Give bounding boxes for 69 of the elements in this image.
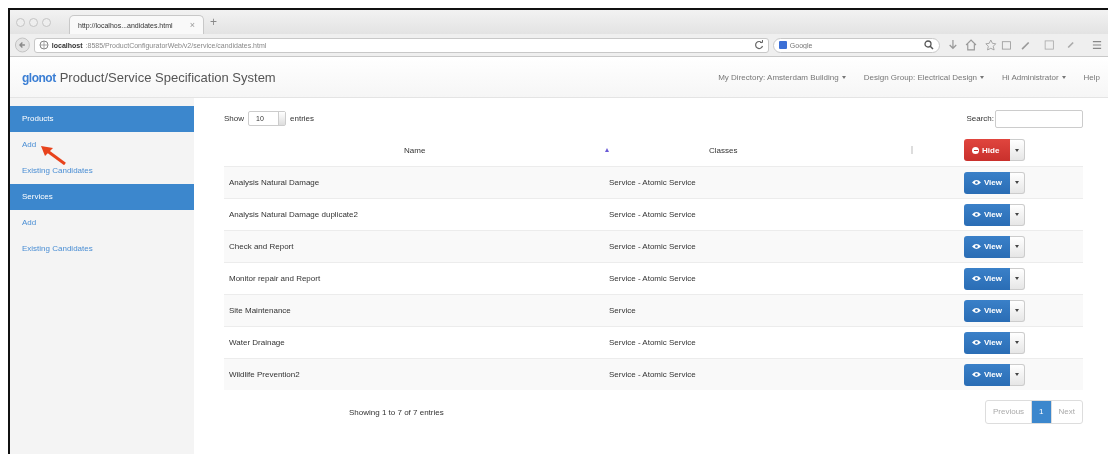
- view-button[interactable]: View: [964, 267, 1010, 290]
- eye-icon: [972, 211, 981, 218]
- eye-icon: [972, 179, 981, 186]
- view-button[interactable]: View: [964, 299, 1010, 322]
- logo[interactable]: glonot: [22, 70, 56, 85]
- table-cell: Analysis Natural Damage: [229, 178, 320, 187]
- table-cell: Service - Atomic Service: [609, 178, 696, 187]
- dropdown-toggle[interactable]: [1010, 171, 1025, 194]
- eye-icon: [972, 339, 981, 346]
- pointer-arrow-icon: [40, 145, 66, 165]
- dropdown-toggle[interactable]: [1010, 235, 1025, 258]
- dropdown-toggle[interactable]: [1010, 139, 1025, 161]
- view-button[interactable]: View: [964, 203, 1010, 226]
- new-tab-button[interactable]: +: [210, 15, 217, 29]
- search-label: Search:: [966, 114, 994, 123]
- sidebar-link[interactable]: Add: [10, 132, 194, 158]
- view-button[interactable]: View: [964, 331, 1010, 354]
- nav-menu[interactable]: Help: [1083, 72, 1100, 82]
- globe-icon: [38, 40, 49, 50]
- entries-label: entries: [290, 114, 315, 123]
- dropdown-toggle[interactable]: [1010, 267, 1025, 290]
- sidebar-heading: Products: [10, 106, 194, 132]
- view-button[interactable]: View: [964, 363, 1010, 386]
- column-header[interactable]: Name: [224, 145, 609, 155]
- table-cell: Service - Atomic Service: [609, 210, 696, 219]
- search-icon[interactable]: [923, 40, 934, 50]
- table-cell: Check and Report: [229, 242, 294, 251]
- window-controls-icon[interactable]: [16, 17, 51, 27]
- hide-button[interactable]: Hide: [964, 139, 1010, 161]
- eye-icon: [972, 275, 981, 282]
- sidebar-link[interactable]: Add: [10, 210, 194, 236]
- table-cell: Site Maintenance: [229, 306, 291, 315]
- show-label: Show: [224, 114, 244, 123]
- sidebar-link[interactable]: Existing Candidates: [10, 158, 194, 184]
- toolbar-icons-drawing[interactable]: [947, 38, 1104, 52]
- dropdown-toggle[interactable]: [1010, 331, 1025, 354]
- sidebar-link[interactable]: Existing Candidates: [10, 236, 194, 262]
- table-cell: Water Drainage: [229, 338, 285, 347]
- view-button[interactable]: View: [964, 235, 1010, 258]
- column-header[interactable]: Classes: [609, 145, 954, 155]
- table-cell: Wildlife Prevention2: [229, 370, 300, 379]
- eye-icon: [972, 243, 981, 250]
- eye-icon: [972, 371, 981, 378]
- nav-menu[interactable]: Hi Administrator: [1002, 72, 1066, 82]
- table-cell: Service - Atomic Service: [609, 242, 696, 251]
- nav-menu[interactable]: My Directory: Amsterdam Building: [718, 72, 846, 82]
- pagination-button[interactable]: 1: [1031, 401, 1051, 423]
- table-cell: Service - Atomic Service: [609, 338, 696, 347]
- table-cell: Monitor repair and Report: [229, 274, 321, 283]
- nav-menu[interactable]: Design Group: Electrical Design: [863, 72, 985, 82]
- view-button[interactable]: View: [964, 171, 1010, 194]
- dropdown-toggle[interactable]: [1010, 203, 1025, 226]
- search-field[interactable]: [995, 109, 1083, 128]
- dropdown-toggle[interactable]: [1010, 363, 1025, 386]
- table-cell: Service: [609, 306, 636, 315]
- tab-close-button[interactable]: ×: [189, 20, 195, 30]
- table-cell: Service - Atomic Service: [609, 274, 696, 283]
- reload-icon[interactable]: [753, 40, 764, 50]
- caret-icon: [1061, 75, 1066, 79]
- eye-icon: [972, 307, 981, 314]
- dropdown-toggle[interactable]: [1010, 299, 1025, 322]
- caret-icon: [980, 75, 985, 79]
- sidebar-heading: Services: [10, 184, 194, 210]
- table-cell: Service - Atomic Service: [609, 370, 696, 379]
- table-info: Showing 1 to 7 of 7 entries: [349, 407, 444, 417]
- app-title[interactable]: Product/Service Specification System: [59, 69, 276, 85]
- table-cell: Analysis Natural Damage duplicate2: [229, 210, 358, 219]
- back-icon[interactable]: [15, 36, 30, 54]
- caret-icon: [841, 75, 846, 79]
